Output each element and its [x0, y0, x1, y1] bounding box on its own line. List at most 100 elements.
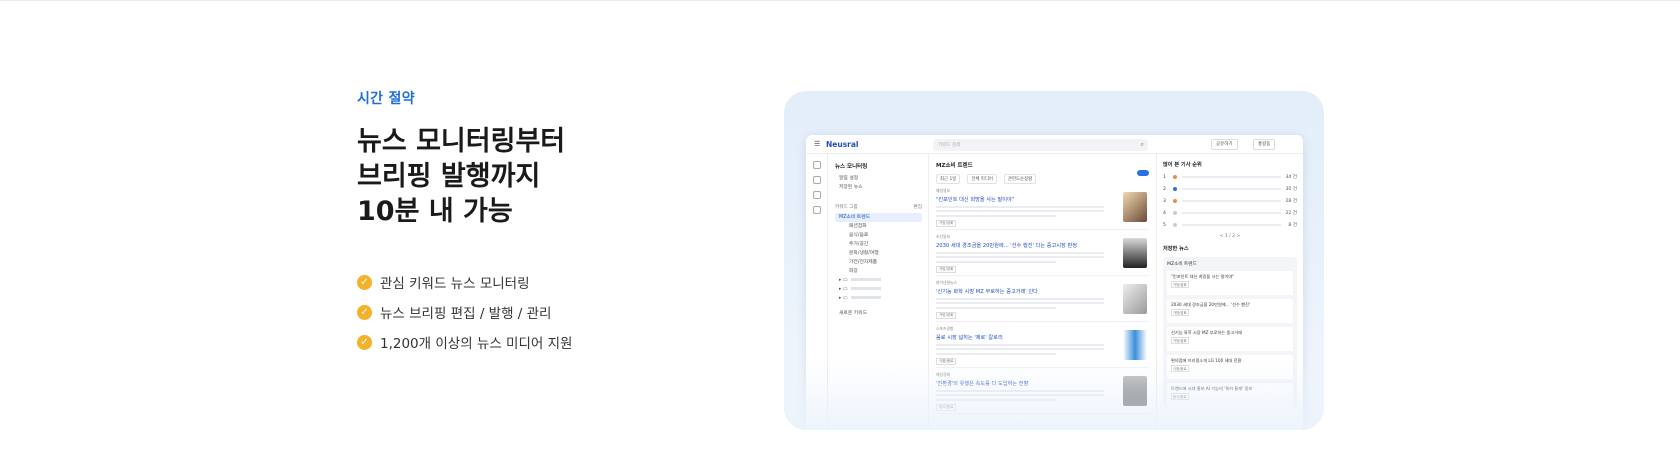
rank-count: 30 건: [1285, 187, 1297, 192]
add-keyword: 새로운 키워드: [839, 311, 868, 316]
saved-news-card: "킨포인트 대신 희망을 사는 말이야" 가방/잡화: [1167, 271, 1293, 295]
rank-count: 28 건: [1285, 199, 1297, 204]
share-button: 공유하기: [1211, 139, 1238, 150]
headline-line-3: 10분 내 가능: [357, 196, 513, 227]
filter-period: 최근 1일: [936, 174, 961, 184]
article-thumbnail: [1123, 376, 1147, 406]
feature-item: ✓ 관심 키워드 뉴스 모니터링: [357, 267, 717, 297]
article-tag: 가방/잡화: [936, 311, 957, 319]
check-box-icon: [812, 191, 821, 199]
saved-card-tag: 가방/잡화: [1171, 281, 1189, 288]
saved-card-tag: 가방/잡화: [1171, 337, 1189, 344]
article-item: 조선일보 2030 세대 경조금을 20만원에... '선수 행진' 다는 중고…: [936, 230, 1149, 276]
article-thumbnail: [1123, 284, 1147, 314]
feature-label: 관심 키워드 뉴스 모니터링: [380, 276, 530, 292]
keyword-item: 문화/생활/여행: [849, 251, 879, 256]
saved-card-title: 2030 세대 경조금을 20만원에... '선수 행진': [1171, 302, 1251, 307]
ranking-row: 3 28 건: [1163, 195, 1297, 207]
keyword-item: 화장: [849, 269, 858, 274]
keyword-item: 음식/음료: [849, 233, 869, 238]
top-divider: [0, 0, 1680, 1]
saved-card-tag: 가방/잡화: [1171, 309, 1189, 316]
saved-news-card: 트렌드에 시대 홍보 AI 기능의 '특허 통계' 정보 음식/음료: [1167, 383, 1293, 407]
app-screenshot: ☰ Neusral 키워드 검색 ⌕ 공유하기 홍길동 뉴스 모니터링 알림 설…: [806, 135, 1303, 430]
sidebar-item: 저장된 뉴스: [839, 185, 863, 190]
article-thumbnail: [1123, 192, 1147, 222]
feature-label: 뉴스 브리핑 편집 / 발행 / 관리: [380, 306, 552, 322]
saved-card-title: "킨포인트 대신 희망을 사는 말이야": [1171, 274, 1235, 279]
article-title: "킨포인트 대신 희망을 사는 말이야": [936, 197, 1015, 203]
feed-filters: 최근 1일 전체 미디어 관련도순정렬: [936, 174, 1149, 184]
article-source: 스포츠경향: [936, 326, 954, 331]
ranking-list: 1 34 건 2 30 건 3 28 건 4 22 건 5 8 건: [1163, 171, 1297, 231]
icon-rail: [806, 154, 828, 430]
right-panel: 많이 본 기사 순위 1 34 건 2 30 건 3 28 건 4 22 건 58 건 …: [1156, 154, 1303, 430]
user-button: 홍길동: [1253, 139, 1276, 150]
saved-news-title: 저장한 뉴스: [1163, 246, 1189, 252]
check-icon: ✓: [357, 334, 372, 350]
collapsed-group: ▸ ▭: [835, 276, 922, 285]
article-source: 조선일보: [936, 234, 950, 239]
section-eyebrow: 시간 절약: [357, 91, 415, 107]
search-placeholder: 키워드 검색: [938, 143, 961, 148]
keyword-group-label: 키워드 그룹: [835, 205, 858, 210]
headline-line-1: 뉴스 모니터링부터: [357, 126, 566, 157]
app-logo: Neusral: [826, 140, 859, 149]
filter-sort: 관련도순정렬: [1003, 174, 1037, 184]
article-thumbnail: [1123, 238, 1147, 268]
product-screenshot-card: ☰ Neusral 키워드 검색 ⌕ 공유하기 홍길동 뉴스 모니터링 알림 설…: [784, 91, 1324, 430]
article-tag: 가방/잡화: [936, 219, 957, 227]
feature-label: 1,200개 이상의 뉴스 미디어 지원: [380, 336, 573, 352]
feed-toggle: [1137, 170, 1149, 176]
article-tag: 가방/잡화: [936, 265, 957, 273]
saved-news-card: 신기능 화학 시장 MZ 부로하는 중고거래가방/잡화: [1167, 327, 1293, 351]
article-tag: 식품/음료: [936, 357, 957, 365]
sidebar-title: 뉴스 모니터링: [835, 164, 868, 170]
rank-count: 34 건: [1285, 175, 1297, 180]
news-feed: MZ소비 트렌드 최근 1일 전체 미디어 관련도순정렬 매일일보 "킨포인트 …: [930, 154, 1155, 430]
feed-title: MZ소비 트렌드: [936, 163, 973, 169]
saved-card-title: 신기능 화학 시장 MZ 부로하는 중고거래: [1171, 330, 1242, 335]
keyword-item: 가전/전자제품: [849, 260, 878, 265]
article-source: 매일일보: [936, 188, 950, 193]
rank-count: 8 건: [1288, 223, 1297, 228]
article-title: 2030 세대 경조금을 20만원에... '선수 행진' 다는 중고시장 판정: [936, 243, 1078, 249]
rank-number: 2: [1163, 186, 1166, 192]
headline-line-2: 브리핑 발행까지: [357, 161, 541, 192]
feature-section: 시간 절약 뉴스 모니터링부터 브리핑 발행까지 10분 내 가능 ✓ 관심 키워…: [357, 88, 717, 357]
ranking-row: 4 22 건: [1163, 207, 1297, 219]
search-icon: ⌕: [1140, 141, 1144, 148]
saved-news-panel: MZ소비 트렌드 "킨포인트 대신 희망을 사는 말이야" 가방/잡화 2030 …: [1163, 257, 1297, 407]
article-title: 음료 시장 넓히는 '제로' 칼로리: [936, 335, 1003, 341]
check-icon: ✓: [357, 274, 372, 290]
saved-news-card: 2030 세대 경조금을 20만원에... '선수 행진' 가방/잡화: [1167, 299, 1293, 323]
article-thumbnail: [1123, 330, 1147, 360]
filter-media: 전체 미디어: [967, 174, 997, 184]
saved-card-tag: 음식/음료: [1171, 393, 1189, 400]
saved-card-tag: 식품/음료: [1171, 365, 1189, 372]
keyword-group-header: 키워드 그룹 편집: [835, 204, 922, 210]
sidebar-item: 알림 설정: [839, 176, 859, 181]
rank-number: 1: [1163, 174, 1166, 180]
keyword-item: 주거/공간: [849, 242, 869, 247]
rank-count: 22 건: [1285, 211, 1297, 216]
article-item: 스포츠경향 음료 시장 넓히는 '제로' 칼로리 식품/음료: [936, 322, 1149, 368]
saved-card-title: 편의점에 브리핑소개 LG 100 세대 전환: [1171, 358, 1242, 363]
keyword-group-selected: MZ소비 트렌드: [835, 213, 922, 222]
sidebar: 뉴스 모니터링 알림 설정 저장된 뉴스 키워드 그룹 편집 MZ소비 트렌드 …: [829, 154, 929, 430]
ranking-title: 많이 본 기사 순위: [1163, 162, 1202, 168]
ranking-row: 5 8 건: [1163, 219, 1297, 231]
article-tag: 음식/음료: [936, 403, 957, 411]
feature-item: ✓ 1,200개 이상의 뉴스 미디어 지원: [357, 327, 717, 357]
keyword-group-edit: 편집: [913, 205, 922, 210]
rank-number: 5: [1163, 222, 1166, 228]
document-icon: [812, 176, 821, 184]
feature-item: ✓ 뉴스 브리핑 편집 / 발행 / 관리: [357, 297, 717, 327]
article-source: 매일경제: [936, 372, 950, 377]
article-title: '친환경'의 유행은 속도를 다 도입하는 전향: [936, 381, 1029, 387]
saved-panel-title: MZ소비 트렌드: [1167, 262, 1197, 267]
ranking-row: 2 30 건: [1163, 183, 1297, 195]
ranking-pager: < 1 / 2 >: [1219, 234, 1241, 239]
rank-number: 3: [1163, 198, 1166, 204]
app-header: ☰ Neusral 키워드 검색 ⌕ 공유하기 홍길동: [806, 135, 1303, 154]
